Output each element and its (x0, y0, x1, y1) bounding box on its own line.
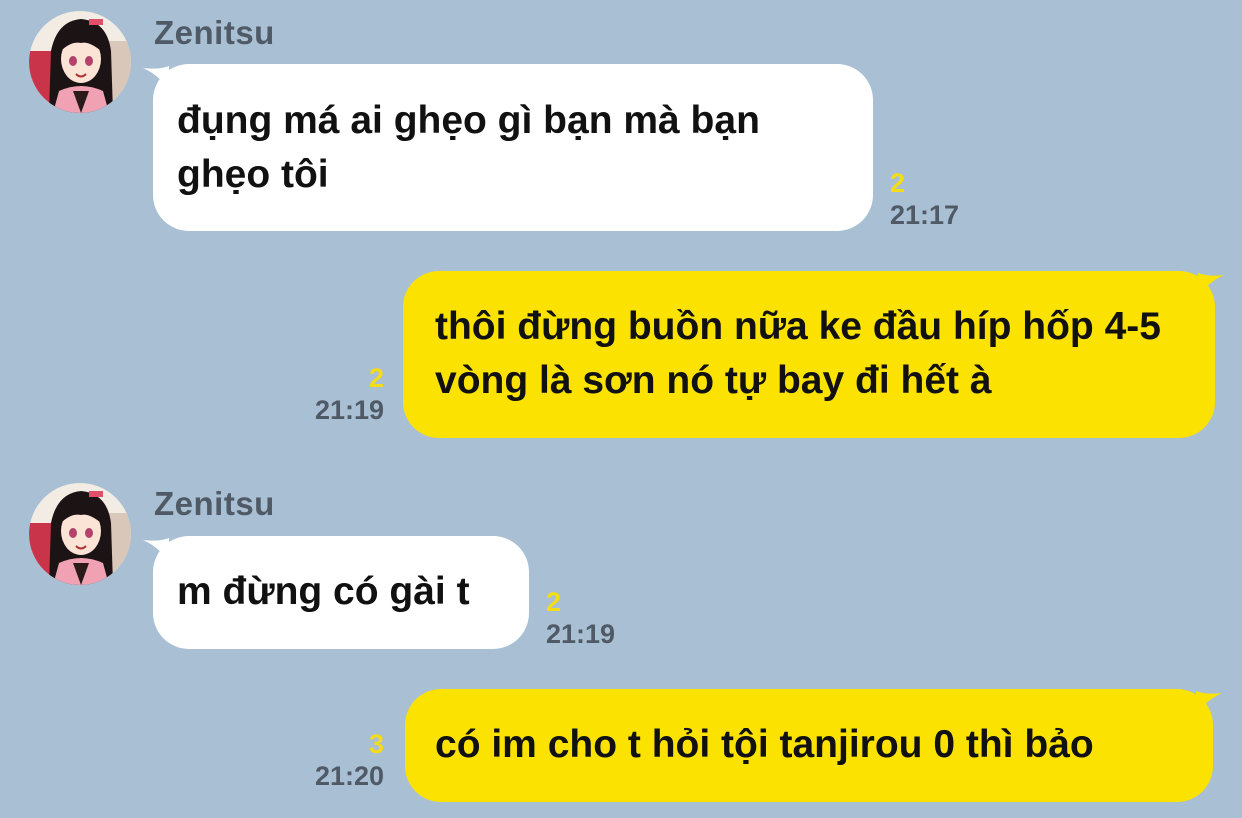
message-time: 21:17 (890, 200, 960, 230)
sender-name: Zenitsu (154, 485, 275, 522)
avatar-icon[interactable] (29, 11, 131, 113)
bubble-tail (1198, 273, 1224, 299)
message-meta: 3 21:20 (298, 728, 384, 792)
message-text: có im cho t hỏi tội tanjirou 0 thì bảo (435, 723, 1094, 766)
message-bubble[interactable]: có im cho t hỏi tội tanjirou 0 thì bảo (405, 689, 1213, 802)
message-bubble[interactable]: thôi đừng buồn nữa ke đầu híp hốp 4-5 vò… (403, 271, 1215, 438)
message-text: thôi đừng buồn nữa ke đầu híp hốp 4-5 vò… (435, 305, 1161, 402)
message-meta: 2 21:19 (298, 362, 384, 426)
read-count: 2 (368, 363, 384, 393)
chat-view: Zenitsu đụng má ai ghẹo gì bạn mà bạn gh… (0, 0, 1242, 818)
message-time: 21:20 (314, 761, 384, 791)
read-count: 3 (368, 729, 384, 759)
message-bubble[interactable]: đụng má ai ghẹo gì bạn mà bạn ghẹo tôi (153, 64, 873, 231)
message-meta: 2 21:19 (546, 586, 615, 650)
message-bubble[interactable]: m đừng có gài t (153, 536, 529, 649)
read-count: 2 (890, 168, 906, 198)
read-count: 2 (546, 587, 562, 617)
sender-name: Zenitsu (154, 14, 275, 51)
message-time: 21:19 (546, 619, 616, 649)
bubble-tail (1196, 691, 1222, 717)
message-text: đụng má ai ghẹo gì bạn mà bạn ghẹo tôi (177, 99, 760, 196)
message-text: m đừng có gài t (177, 570, 470, 613)
avatar-icon[interactable] (29, 483, 131, 585)
message-meta: 2 21:17 (890, 167, 959, 231)
message-time: 21:19 (314, 395, 384, 425)
